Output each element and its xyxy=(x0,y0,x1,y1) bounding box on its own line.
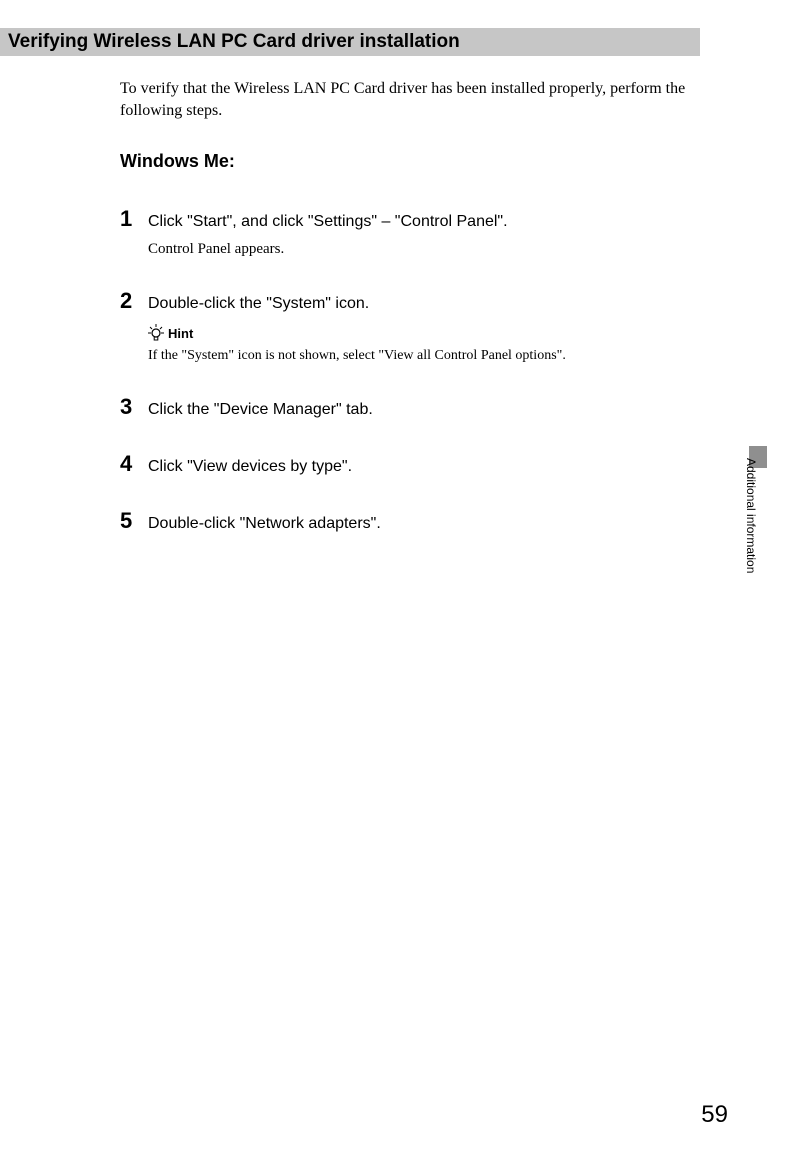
step-number: 4 xyxy=(120,451,148,477)
step-text: Click "View devices by type". xyxy=(148,457,352,478)
step-line: 1 Click "Start", and click "Settings" – … xyxy=(120,206,713,233)
step-2: 2 Double-click the "System" icon. Hint xyxy=(120,288,713,365)
side-tab: Additional information xyxy=(744,458,758,618)
content-area: To verify that the Wireless LAN PC Card … xyxy=(120,78,713,535)
step-1: 1 Click "Start", and click "Settings" – … xyxy=(120,206,713,258)
step-number: 1 xyxy=(120,206,148,232)
step-4: 4 Click "View devices by type". xyxy=(120,451,713,478)
page-number: 59 xyxy=(701,1101,728,1129)
step-line: 5 Double-click "Network adapters". xyxy=(120,508,713,535)
step-5: 5 Double-click "Network adapters". xyxy=(120,508,713,535)
hint-text: If the "System" icon is not shown, selec… xyxy=(148,348,713,364)
step-sub-text: Control Panel appears. xyxy=(148,241,713,258)
step-line: 4 Click "View devices by type". xyxy=(120,451,713,478)
section-title-bar: Verifying Wireless LAN PC Card driver in… xyxy=(0,28,700,56)
page: Verifying Wireless LAN PC Card driver in… xyxy=(0,28,793,1159)
hint-row: Hint xyxy=(148,324,713,342)
step-number: 3 xyxy=(120,394,148,420)
section-title: Verifying Wireless LAN PC Card driver in… xyxy=(0,31,460,53)
intro-paragraph: To verify that the Wireless LAN PC Card … xyxy=(120,78,713,123)
step-line: 2 Double-click the "System" icon. xyxy=(120,288,713,315)
step-number: 2 xyxy=(120,288,148,314)
step-text: Click "Start", and click "Settings" – "C… xyxy=(148,212,508,233)
subheading: Windows Me: xyxy=(120,151,713,172)
side-label: Additional information xyxy=(744,458,758,573)
step-text: Click the "Device Manager" tab. xyxy=(148,400,373,421)
hint-label: Hint xyxy=(168,326,193,341)
lightbulb-icon xyxy=(148,324,164,342)
step-text: Double-click the "System" icon. xyxy=(148,294,369,315)
step-3: 3 Click the "Device Manager" tab. xyxy=(120,394,713,421)
step-line: 3 Click the "Device Manager" tab. xyxy=(120,394,713,421)
step-number: 5 xyxy=(120,508,148,534)
step-text: Double-click "Network adapters". xyxy=(148,514,381,535)
